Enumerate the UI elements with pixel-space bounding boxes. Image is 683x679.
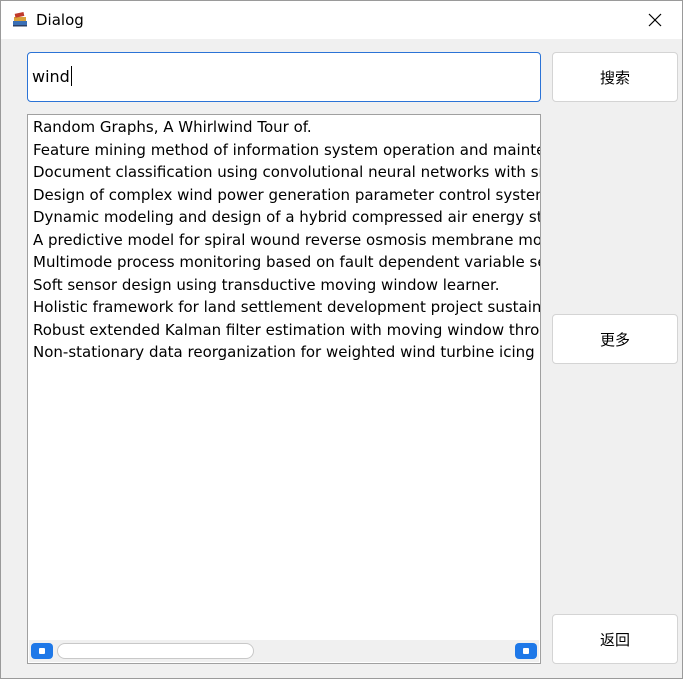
scroll-left-button[interactable] — [31, 643, 53, 659]
list-item[interactable]: Document classification using convolutio… — [33, 161, 540, 184]
list-item[interactable]: Design of complex wind power generation … — [33, 184, 540, 207]
back-button[interactable]: 返回 — [552, 614, 678, 664]
books-icon — [13, 12, 27, 27]
list-item[interactable]: Multimode process monitoring based on fa… — [33, 251, 540, 274]
list-item[interactable]: Random Graphs, A Whirlwind Tour of. — [33, 116, 540, 139]
search-button[interactable]: 搜索 — [552, 52, 678, 102]
list-item[interactable]: Holistic framework for land settlement d… — [33, 296, 540, 319]
search-input-value: wind — [32, 67, 70, 86]
arrow-left-icon — [39, 648, 45, 654]
title-bar[interactable]: Dialog — [1, 1, 682, 39]
dialog-window: Dialog wind 搜索 Random Graphs, A Whirlwin… — [0, 0, 683, 679]
search-input[interactable]: wind — [27, 52, 541, 102]
list-item[interactable]: A predictive model for spiral wound reve… — [33, 229, 540, 252]
results-list[interactable]: Random Graphs, A Whirlwind Tour of. Featu… — [27, 114, 541, 664]
window-title: Dialog — [36, 11, 84, 29]
list-item[interactable]: Dynamic modeling and design of a hybrid … — [33, 206, 540, 229]
list-item[interactable]: Non-stationary data reorganization for w… — [33, 341, 540, 364]
list-item[interactable]: Robust extended Kalman filter estimation… — [33, 319, 540, 342]
scrollbar-thumb[interactable] — [57, 643, 254, 659]
text-caret — [70, 66, 72, 86]
list-item[interactable]: Soft sensor design using transductive mo… — [33, 274, 540, 297]
scroll-right-button[interactable] — [515, 643, 537, 659]
more-button[interactable]: 更多 — [552, 314, 678, 364]
horizontal-scrollbar[interactable] — [29, 640, 539, 662]
list-item[interactable]: Feature mining method of information sys… — [33, 139, 540, 162]
close-icon — [648, 13, 662, 27]
close-button[interactable] — [634, 2, 676, 38]
arrow-right-icon — [523, 648, 529, 654]
results-list-items: Random Graphs, A Whirlwind Tour of. Featu… — [33, 116, 540, 636]
